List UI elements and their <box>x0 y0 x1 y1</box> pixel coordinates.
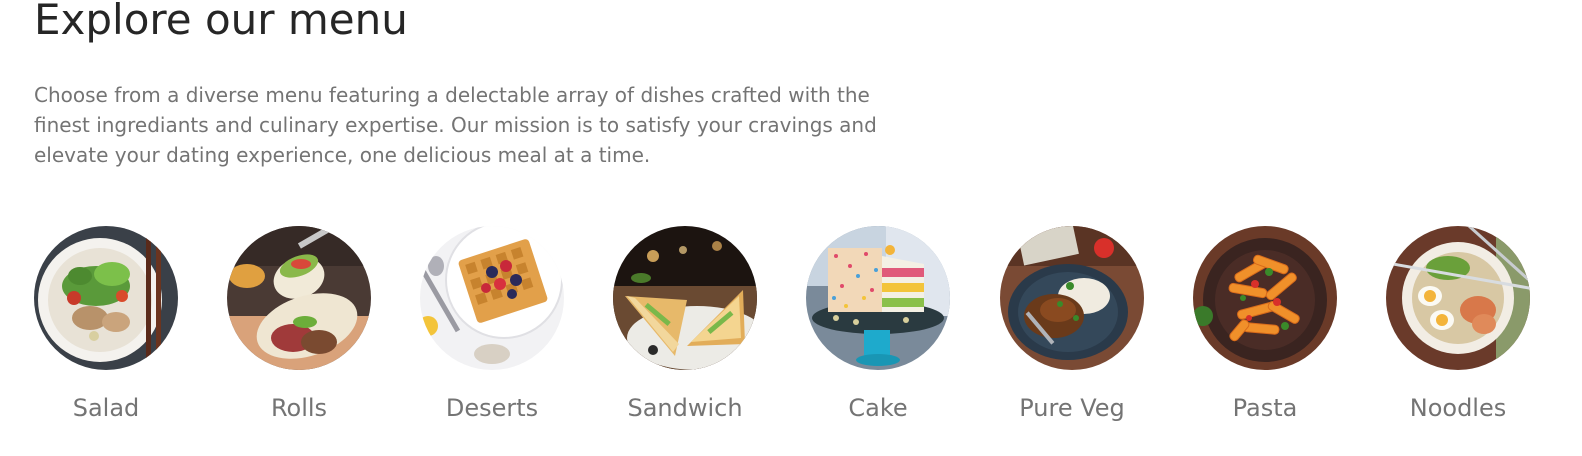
menu-item-pure-veg[interactable]: Pure Veg <box>1000 226 1180 436</box>
cake-image[interactable] <box>806 226 950 370</box>
pure-veg-image[interactable] <box>1000 226 1144 370</box>
salad-image[interactable] <box>34 226 178 370</box>
rolls-image[interactable] <box>227 226 371 370</box>
menu-item-label: Salad <box>72 394 140 422</box>
menu-item-label: Deserts <box>445 394 539 422</box>
menu-item-label: Sandwich <box>627 394 743 422</box>
menu-item-pasta[interactable]: Pasta <box>1193 226 1373 436</box>
menu-item-label: Rolls <box>270 394 328 422</box>
page-title: Explore our menu <box>34 0 408 44</box>
menu-item-rolls[interactable]: Rolls <box>227 226 407 436</box>
noodles-image[interactable] <box>1386 226 1530 370</box>
menu-item-noodles[interactable]: Noodles <box>1386 226 1566 436</box>
menu-item-label: Noodles <box>1409 394 1507 422</box>
sandwich-image[interactable] <box>613 226 757 370</box>
menu-item-label: Cake <box>848 394 908 422</box>
menu-description: Choose from a diverse menu featuring a d… <box>34 83 877 167</box>
deserts-image[interactable] <box>420 226 564 370</box>
menu-item-salad[interactable]: Salad <box>34 226 214 436</box>
pasta-image[interactable] <box>1193 226 1337 370</box>
menu-item-deserts[interactable]: Deserts <box>420 226 600 436</box>
menu-item-cake[interactable]: Cake <box>806 226 986 436</box>
menu-item-sandwich[interactable]: Sandwich <box>613 226 793 436</box>
menu-item-label: Pasta <box>1232 394 1298 422</box>
menu-item-label: Pure Veg <box>1019 394 1125 422</box>
explore-menu-section: Explore our menu Choose from a diverse m… <box>0 0 1582 456</box>
menu-category-list: Salad Rolls Deserts Sandwich Cake Pure V… <box>34 226 1534 436</box>
